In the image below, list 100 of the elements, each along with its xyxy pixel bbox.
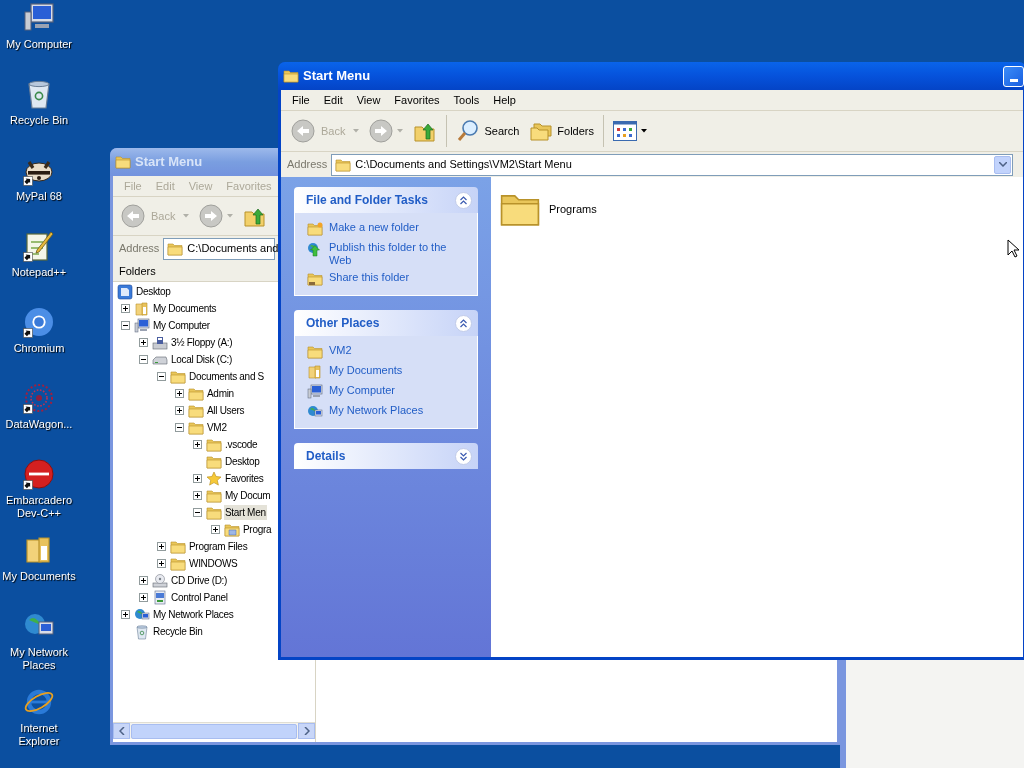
network-globe-icon [134, 606, 150, 623]
collapse-icon[interactable] [139, 355, 148, 364]
folder-icon [206, 436, 222, 453]
tree-item[interactable]: My Documents [152, 301, 218, 316]
collapse-icon[interactable] [157, 372, 166, 381]
views-grid-icon [613, 121, 637, 141]
search-icon [456, 119, 481, 143]
recycle-bin-icon [134, 623, 150, 640]
expand-icon[interactable] [121, 304, 130, 313]
tree-item[interactable]: Recycle Bin [152, 624, 204, 639]
desktop-icon-label[interactable]: Chromium [0, 342, 78, 355]
expand-icon[interactable] [139, 338, 148, 347]
address-dropdown-button[interactable] [994, 155, 1011, 174]
collapse-icon[interactable] [193, 508, 202, 517]
folder-name[interactable]: Programs [549, 200, 597, 218]
floppy-drive-icon [152, 334, 168, 351]
tree-item[interactable]: Progra [242, 522, 273, 537]
tree-item[interactable]: CD Drive (D:) [170, 573, 229, 588]
desktop-icon-label[interactable]: My Computer [0, 38, 78, 51]
tree-item[interactable]: Program Files [188, 539, 249, 554]
desktop-icon-label[interactable]: Notepad++ [0, 266, 78, 279]
search-button[interactable]: Search [452, 114, 524, 148]
desktop-icon-label[interactable]: Recycle Bin [0, 114, 78, 127]
menu-item[interactable]: Help [486, 91, 523, 109]
window-title: Start Menu [135, 153, 203, 172]
desktop-icon-label[interactable]: My Network Places [0, 646, 78, 672]
caret-icon [183, 214, 190, 218]
collapse-chevron-icon[interactable] [455, 191, 472, 209]
tree-item[interactable]: Desktop [224, 454, 261, 469]
tree-item[interactable]: Documents and S [188, 369, 265, 384]
tree-item[interactable]: My Docum [224, 488, 272, 503]
collapse-icon[interactable] [175, 423, 184, 432]
expand-chevron-icon[interactable] [455, 447, 472, 465]
minimize-button[interactable] [1003, 65, 1024, 87]
address-label: Address [119, 241, 160, 257]
expand-icon[interactable] [139, 593, 148, 602]
address-field[interactable]: C:\Documents and Settings\VM2\Start Menu [331, 153, 1013, 176]
task-link[interactable]: Publish this folder to the Web [329, 241, 465, 267]
task-link[interactable]: VM2 [329, 344, 352, 357]
scroll-right-icon [303, 727, 310, 735]
expand-icon[interactable] [211, 525, 220, 534]
expand-icon[interactable] [193, 474, 202, 483]
folder-icon [188, 385, 204, 402]
menu-item[interactable]: Edit [316, 91, 350, 109]
tree-item[interactable]: My Network Places [152, 607, 235, 622]
desktop-icon-label[interactable]: MyPal 68 [0, 190, 78, 203]
expand-icon[interactable] [121, 610, 130, 619]
menu-item[interactable]: View [349, 91, 388, 109]
tree-item[interactable]: VM2 [206, 420, 228, 435]
address-field[interactable]: C:\Documents and [163, 237, 276, 260]
task-link[interactable]: My Network Places [329, 404, 424, 417]
expand-icon[interactable] [157, 542, 166, 551]
expand-icon[interactable] [175, 406, 184, 415]
caret-icon [641, 129, 647, 133]
menu-item[interactable]: Tools [446, 91, 487, 109]
folder-icon [307, 344, 323, 360]
desktop-icon-label[interactable]: Internet Explorer [0, 722, 78, 748]
folder-icon [170, 538, 186, 555]
tree-item[interactable]: Admin [206, 386, 235, 401]
tree-item[interactable]: Start Men [224, 505, 267, 520]
expand-icon[interactable] [139, 576, 148, 585]
task-link[interactable]: Make a new folder [329, 221, 419, 234]
star-icon [206, 470, 222, 487]
menu-item[interactable]: File [285, 91, 317, 109]
tree-item[interactable]: Favorites [224, 471, 265, 486]
tree-item[interactable]: Control Panel [170, 590, 229, 605]
expand-icon[interactable] [157, 559, 166, 568]
tree-item[interactable]: Local Disk (C:) [170, 352, 234, 367]
desktop-icon-label[interactable]: My Documents [0, 570, 78, 583]
expand-icon[interactable] [175, 389, 184, 398]
folder-icon [170, 368, 186, 385]
desktop-icon-label[interactable]: DataWagon... [0, 418, 78, 431]
folder-icon [115, 154, 131, 170]
menu-item[interactable]: Favorites [387, 91, 447, 109]
tree-item[interactable]: 3½ Floppy (A:) [170, 335, 234, 350]
computer-icon [307, 384, 323, 400]
panel-title[interactable]: Details [306, 447, 346, 465]
task-link[interactable]: My Computer [329, 384, 396, 397]
tree-item[interactable]: Desktop [135, 284, 172, 299]
cd-drive-icon [152, 572, 168, 589]
horizontal-scrollbar[interactable] [113, 722, 315, 739]
mouse-pointer-icon [1007, 239, 1019, 258]
desktop-icon-label[interactable]: Embarcadero Dev-C++ [0, 494, 78, 520]
expand-icon[interactable] [193, 491, 202, 500]
expand-icon[interactable] [193, 440, 202, 449]
new-folder-icon [307, 221, 323, 237]
tree-item[interactable]: WINDOWS [188, 556, 239, 571]
task-link[interactable]: My Documents [329, 364, 403, 377]
tree-item[interactable]: All Users [206, 403, 246, 418]
tree-item[interactable]: .vscode [224, 437, 259, 452]
control-panel-icon [152, 589, 168, 606]
minimize-icon [1009, 78, 1018, 82]
task-link[interactable]: Share this folder [329, 271, 410, 284]
folders-button[interactable]: Folders [525, 114, 598, 148]
programs-folder-icon [224, 521, 240, 538]
tree-item[interactable]: My Computer [152, 318, 211, 333]
pane-title: Folders [119, 263, 156, 279]
scroll-thumb[interactable] [131, 723, 297, 739]
collapse-chevron-icon[interactable] [455, 314, 472, 332]
collapse-icon[interactable] [121, 321, 130, 330]
